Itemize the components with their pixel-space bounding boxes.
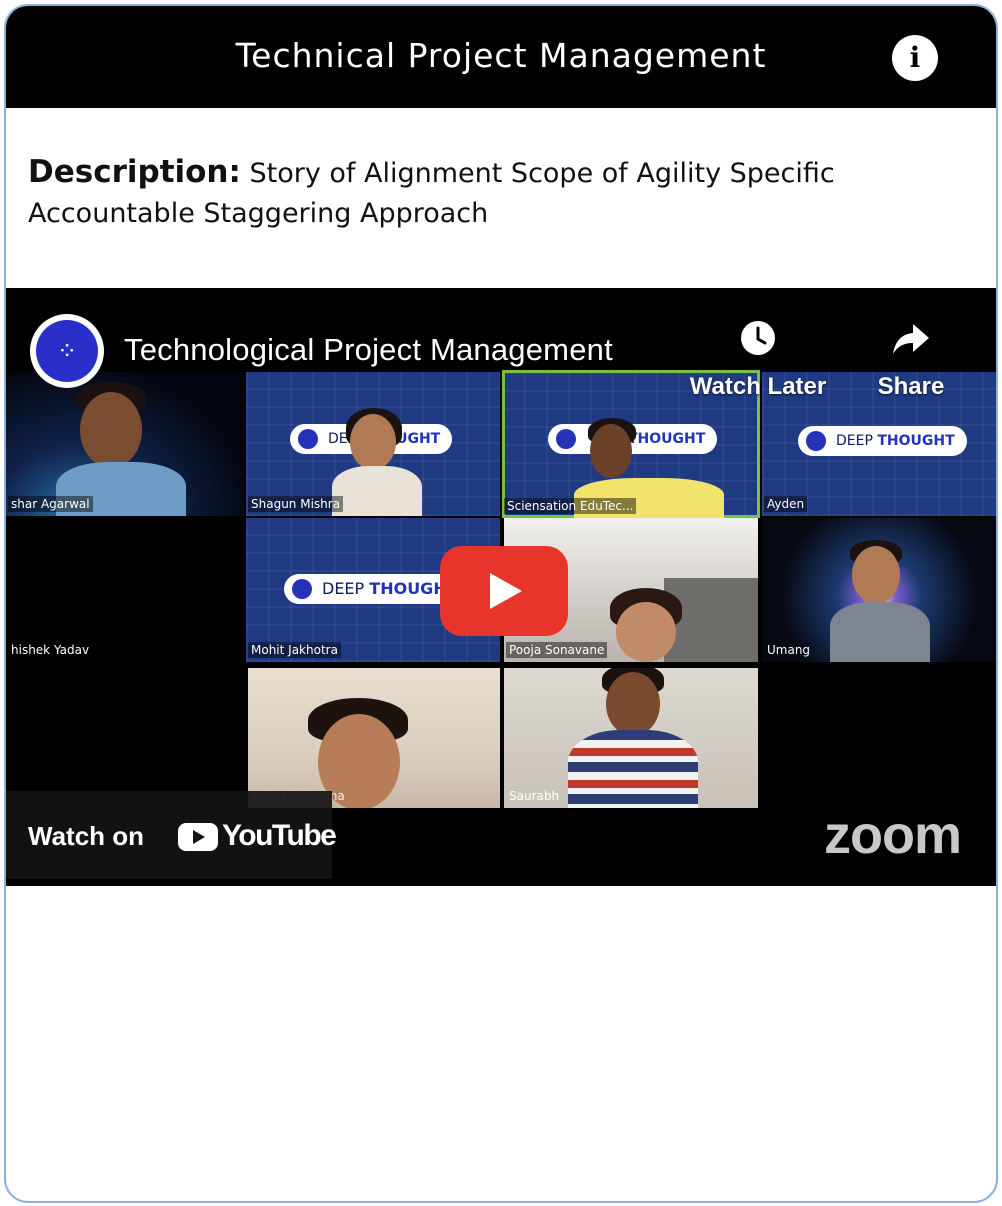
participant-name: Sciensation EduTec...	[504, 498, 637, 514]
clock-icon	[680, 318, 836, 367]
channel-avatar[interactable]: ⁘	[30, 314, 104, 388]
deep-thought-badge: DEEP THOUGH	[284, 574, 459, 604]
participant-name: Mohit Jakhotra	[248, 642, 341, 658]
zoom-watermark: zoom	[824, 805, 962, 865]
deep-thought-logo-icon	[556, 429, 576, 449]
description-label: Description:	[28, 154, 241, 190]
watch-on-youtube-link[interactable]: Watch on YouTube	[6, 791, 337, 879]
youtube-wordmark: YouTube	[222, 819, 337, 852]
card-header: Technical Project Management i	[6, 6, 996, 108]
video-title[interactable]: Technological Project Management	[124, 332, 613, 368]
participant-name: Shagun Mishra	[248, 496, 344, 512]
video-card: Technical Project Management i Descripti…	[4, 4, 998, 1203]
participant-tile: shar Agarwal	[6, 372, 244, 516]
watch-later-button[interactable]: Watch Later	[680, 318, 836, 401]
participant-name: Saurabh	[509, 789, 560, 803]
deep-thought-logo-icon	[292, 579, 312, 599]
info-icon[interactable]: i	[892, 35, 938, 81]
participant-name: Umang	[767, 643, 811, 657]
participant-tile: hishek Yadav	[6, 518, 244, 662]
youtube-logo-icon	[178, 823, 218, 851]
participant-name: hishek Yadav	[11, 643, 90, 657]
description: Description: Story of Alignment Scope of…	[28, 152, 928, 234]
share-button[interactable]: Share	[868, 318, 954, 401]
card-title: Technical Project Management	[235, 36, 767, 75]
participant-tile: Umang	[762, 518, 996, 662]
participant-tile: Lokesh Sharma	[248, 668, 500, 808]
participant-name: Pooja Sonavane	[506, 642, 608, 658]
watch-later-label: Watch Later	[689, 373, 827, 400]
deep-thought-logo-icon: ⁘	[36, 320, 98, 382]
deep-thought-badge: DEEP THOUGHT	[798, 426, 967, 456]
deep-thought-logo-icon	[298, 429, 318, 449]
share-arrow-icon	[868, 318, 954, 367]
participant-name: shar Agarwal	[8, 496, 93, 512]
youtube-embed[interactable]: shar Agarwal DE UGHT Shagun Mishra THOUG…	[6, 288, 996, 886]
deep-thought-logo-icon	[806, 431, 826, 451]
share-label: Share	[877, 373, 945, 400]
participant-tile: Saurabh	[504, 668, 758, 808]
play-icon	[490, 573, 522, 609]
participant-tile: DE UGHT Shagun Mishra	[246, 372, 500, 516]
participant-name: Ayden	[764, 496, 808, 512]
play-button[interactable]	[440, 546, 568, 636]
watch-on-label: Watch on	[28, 821, 145, 851]
